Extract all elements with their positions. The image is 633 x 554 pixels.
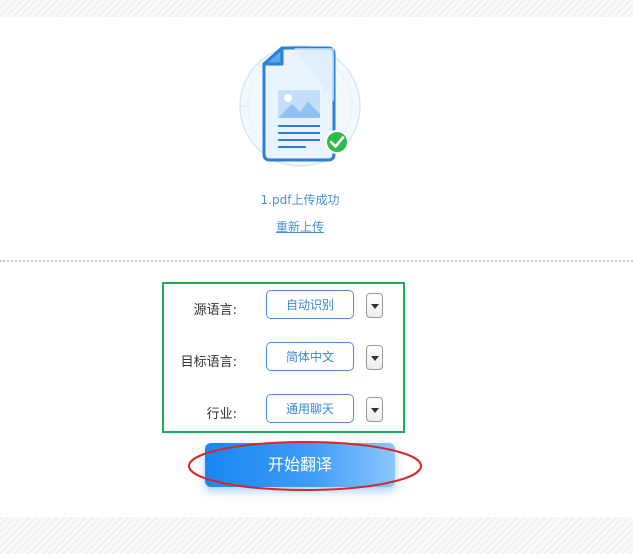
source-language-select[interactable]: 自动识别 <box>266 290 354 319</box>
bottom-pattern-band <box>0 517 633 554</box>
upload-status-text: 1.pdf上传成功 <box>260 193 340 207</box>
document-icon <box>262 46 336 162</box>
section-divider <box>0 260 633 262</box>
uploaded-document-icon <box>239 45 361 167</box>
reupload-link[interactable]: 重新上传 <box>250 218 350 235</box>
target-language-select[interactable]: 简体中文 <box>266 342 354 371</box>
industry-label: 行业: <box>206 407 237 422</box>
industry-select[interactable]: 通用聊天 <box>266 394 354 423</box>
source-language-chevron-down-icon[interactable] <box>366 293 383 318</box>
top-pattern-band <box>0 0 633 17</box>
industry-chevron-down-icon[interactable] <box>366 397 383 422</box>
target-language-chevron-down-icon[interactable] <box>366 345 383 370</box>
target-language-label: 目标语言: <box>180 355 237 370</box>
checkmark-icon <box>325 130 349 154</box>
start-translation-button[interactable]: 开始翻译 <box>205 443 395 487</box>
source-language-label: 源语言: <box>193 303 237 318</box>
